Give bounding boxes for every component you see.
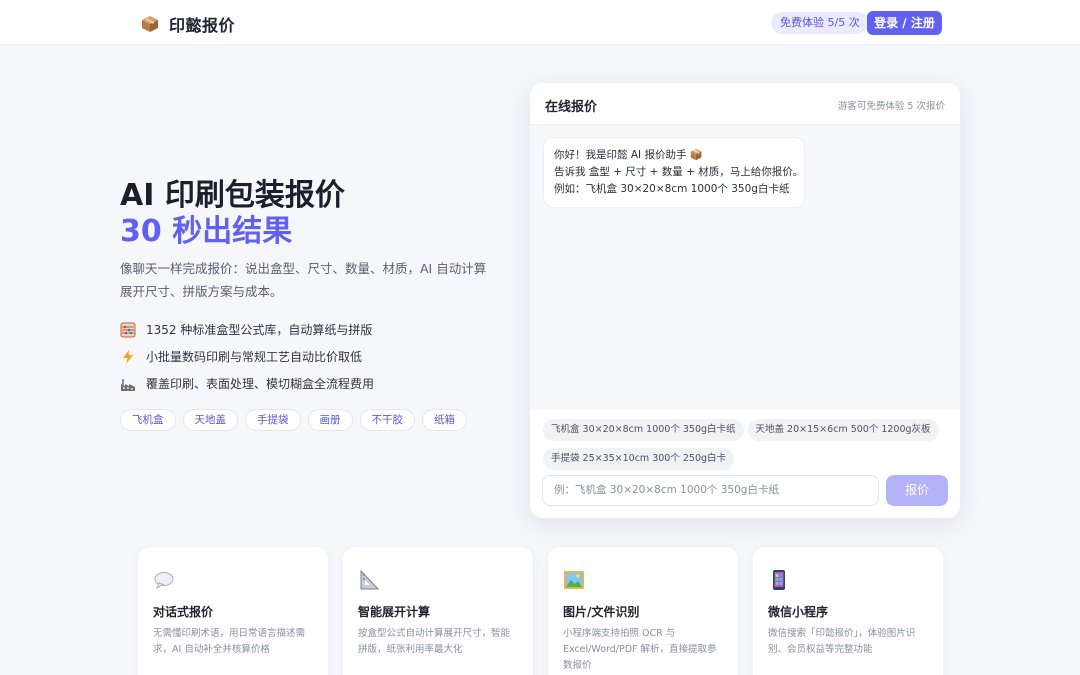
factory-icon — [120, 376, 136, 392]
chat-header: 在线报价 游客可免费体验 5 次报价 — [530, 83, 960, 125]
brand-logo[interactable]: 印懿报价 — [140, 12, 235, 36]
online-quote-panel: 在线报价 游客可免费体验 5 次报价 你好！我是印懿 AI 报价助手 📦 告诉我… — [530, 83, 960, 518]
trial-count-badge: 免费体验 5/5 次 — [771, 12, 869, 34]
feature-cards: 对话式报价 无需懂印刷术语，用日常语言描述需求，AI 自动补全并核算价格 智能展… — [138, 547, 958, 675]
box-type-tags: 飞机盒 天地盖 手提袋 画册 不干胶 纸箱 — [120, 409, 474, 431]
feature-item: 1352 种标准盒型公式库，自动算纸与拼版 — [120, 316, 374, 343]
card-title: 图片/文件识别 — [563, 605, 640, 619]
guest-trial-note: 游客可免费体验 5 次报价 — [837, 101, 945, 112]
card-description: 小程序端支持拍照 OCR 与 Excel/Word/PDF 解析，直接提取参数报… — [563, 628, 717, 671]
message-line: 你好！我是印懿 AI 报价助手 📦 — [554, 149, 703, 161]
card-title: 对话式报价 — [153, 605, 214, 619]
chat-title: 在线报价 — [545, 100, 598, 115]
feature-text: 小批量数码印刷与常规工艺自动比价取低 — [146, 350, 363, 364]
hero-description: 像聊天一样完成报价：说出盒型、尺寸、数量、材质，AI 自动计算展开尺寸、拼版方案… — [120, 261, 487, 299]
lightning-icon — [120, 349, 136, 365]
feature-text: 1352 种标准盒型公式库，自动算纸与拼版 — [146, 323, 373, 337]
card-title: 智能展开计算 — [358, 605, 431, 619]
card-description: 无需懂印刷术语，用日常语言描述需求，AI 自动补全并核算价格 — [153, 628, 306, 655]
hero-subtitle: 30 秒出结果 — [120, 214, 293, 249]
tag-sticker[interactable]: 不干胶 — [359, 409, 415, 431]
suggestion-chip[interactable]: 手提袋 25×35×10cm 300个 250g白卡 — [543, 448, 735, 470]
suggestion-chip[interactable]: 飞机盒 30×20×8cm 1000个 350g白卡纸 — [543, 419, 744, 441]
brand-name: 印懿报价 — [169, 16, 236, 35]
assistant-message-bubble: 你好！我是印懿 AI 报价助手 📦 告诉我 盒型 + 尺寸 + 数量 + 材质，… — [543, 137, 805, 208]
abacus-icon — [120, 322, 136, 338]
tag-lid-base-box[interactable]: 天地盖 — [182, 409, 238, 431]
feature-item: 覆盖印刷、表面处理、模切糊盒全流程费用 — [120, 370, 374, 397]
message-line: 例如：飞机盒 30×20×8cm 1000个 350g白卡纸 — [554, 183, 790, 195]
speech-bubble-icon — [153, 569, 175, 591]
picture-icon — [563, 569, 585, 591]
top-navbar: 印懿报价 免费体验 5/5 次 登录 / 注册 — [0, 0, 1080, 45]
tag-brochure[interactable]: 画册 — [307, 409, 353, 431]
suggestion-chips: 飞机盒 30×20×8cm 1000个 350g白卡纸 天地盖 20×15×6cm… — [543, 417, 953, 475]
quote-submit-button[interactable]: 报价 — [886, 475, 948, 506]
suggestion-chip[interactable]: 天地盖 20×15×6cm 500个 1200g灰板 — [747, 419, 939, 441]
tag-carton[interactable]: 纸箱 — [422, 409, 467, 431]
tag-paper-bag[interactable]: 手提袋 — [245, 409, 301, 431]
triangle-ruler-icon — [358, 569, 380, 591]
card-description: 按盒型公式自动计算展开尺寸，智能拼版，纸张利用率最大化 — [358, 628, 511, 655]
feature-card-unfold-calc: 智能展开计算 按盒型公式自动计算展开尺寸，智能拼版，纸张利用率最大化 — [343, 547, 533, 675]
quote-input[interactable]: 例：飞机盒 30×20×8cm 1000个 350g白卡纸 — [542, 475, 879, 506]
feature-item: 小批量数码印刷与常规工艺自动比价取低 — [120, 343, 374, 370]
message-line: 告诉我 盒型 + 尺寸 + 数量 + 材质，马上给你报价。 — [554, 166, 804, 178]
chat-message-area[interactable]: 你好！我是印懿 AI 报价助手 📦 告诉我 盒型 + 尺寸 + 数量 + 材质，… — [530, 125, 960, 410]
login-register-button[interactable]: 登录 / 注册 — [867, 11, 942, 35]
tag-airplane-box[interactable]: 飞机盒 — [120, 409, 176, 431]
mobile-phone-icon — [768, 569, 790, 591]
feature-card-ocr: 图片/文件识别 小程序端支持拍照 OCR 与 Excel/Word/PDF 解析… — [548, 547, 738, 675]
feature-text: 覆盖印刷、表面处理、模切糊盒全流程费用 — [146, 377, 375, 391]
package-box-icon — [140, 14, 160, 34]
feature-card-conversational: 对话式报价 无需懂印刷术语，用日常语言描述需求，AI 自动补全并核算价格 — [138, 547, 328, 675]
feature-list: 1352 种标准盒型公式库，自动算纸与拼版 小批量数码印刷与常规工艺自动比价取低… — [120, 316, 374, 397]
card-title: 微信小程序 — [768, 605, 829, 619]
feature-card-mini-program: 微信小程序 微信搜索「印懿报价」，体验图片识别、会员权益等完整功能 — [753, 547, 943, 675]
card-description: 微信搜索「印懿报价」，体验图片识别、会员权益等完整功能 — [768, 628, 916, 655]
